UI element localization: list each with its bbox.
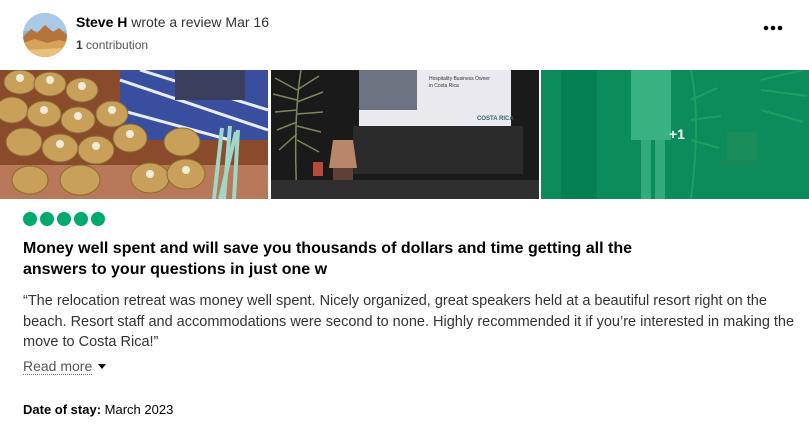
rating-bubble-icon [91,212,105,226]
review-date: Mar 16 [225,14,269,30]
read-more-button[interactable]: Read more [23,358,107,375]
date-of-stay-value: March 2023 [104,402,174,417]
review-title[interactable]: Money well spent and will save you thous… [23,238,663,280]
rating-bubble-icon [40,212,54,226]
date-of-stay: Date of stay: March 2023 [23,402,173,417]
avatar[interactable] [23,13,67,57]
read-more-label: Read more [23,358,93,375]
review-header: Steve H wrote a review Mar 16 1 contribu… [23,12,793,58]
reviewer-name[interactable]: Steve H [76,14,127,30]
rating-bubble-icon [57,212,71,226]
contribution-count: 1 [76,38,83,52]
caret-down-icon [98,364,107,369]
review-body: “The relocation retreat was money well s… [23,293,795,350]
contribution-label: contribution [86,38,149,52]
review-action-text: wrote a review [131,14,222,30]
slide-logo: COSTA RICA [477,116,514,122]
slide-text-line1: Hospitality Business Owner [429,76,490,82]
photo-more[interactable]: +1 [541,70,809,199]
rating-bubble-icon [74,212,88,226]
slide-text-line2: in Costa Rica [429,83,459,89]
more-options-button[interactable] [761,16,785,40]
review-photos: Hospitality Business Owner in Costa Rica… [0,70,809,199]
date-of-stay-label: Date of stay: [23,402,102,417]
contribution-line: 1 contribution [76,38,148,52]
rating-bubbles [23,212,105,226]
extra-photo-count: +1 [669,126,685,142]
photo-coconuts[interactable] [0,70,268,199]
more-dots-icon [763,25,783,31]
photo-conference-stage[interactable]: Hospitality Business Owner in Costa Rica… [271,70,539,199]
reviewer-line: Steve H wrote a review Mar 16 [76,14,269,30]
rating-bubble-icon [23,212,37,226]
